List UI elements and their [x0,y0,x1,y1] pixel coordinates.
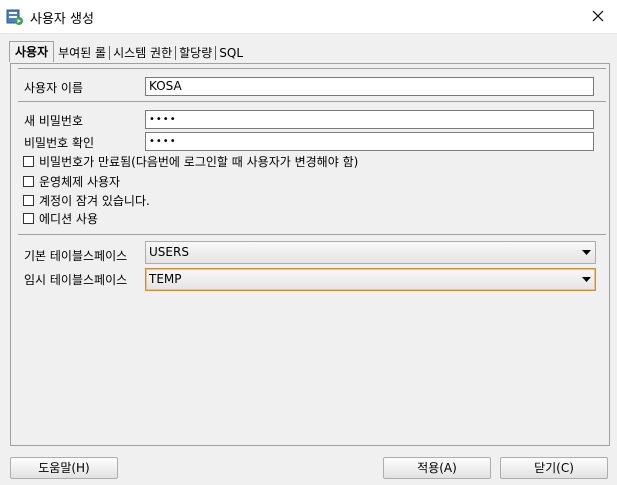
user-name-input[interactable]: KOSA [145,77,594,96]
checkbox-label: 에디션 사용 [39,211,99,226]
tab-quotas[interactable]: 할당량 [177,44,214,62]
dropdown-arrow-icon [582,277,591,282]
user-name-label: 사용자 이름 [24,81,84,95]
checkbox-box[interactable] [23,155,34,167]
tab-sql[interactable]: SQL [217,44,245,62]
checkbox-label: 계정이 잠겨 있습니다. [39,193,150,208]
tab-user[interactable]: 사용자 [9,41,55,62]
close-icon [592,10,604,22]
tab-separator [215,46,217,60]
enable-editions-checkbox[interactable]: 에디션 사용 [23,210,98,226]
os-user-checkbox[interactable]: 운영체제 사용자 [23,173,120,189]
default-tablespace-label: 기본 테이블스페이스 [24,249,128,263]
close-button[interactable]: 닫기(C) [500,457,608,479]
default-tablespace-value: USERS [149,245,189,259]
divider [18,234,606,235]
checkbox-box[interactable] [23,212,34,224]
tab-granted-roles[interactable]: 부여된 롤 [56,44,108,62]
password-expired-checkbox[interactable]: 비밀번호가 만료됨(다음번에 로그인할 때 사용자가 변경해야 함) [23,153,358,169]
checkbox-box[interactable] [23,194,34,206]
window-close-button[interactable] [585,4,611,28]
divider [18,68,606,69]
checkbox-label: 운영체제 사용자 [39,174,121,189]
tab-separator [175,46,177,60]
title-bar: 사용자 생성 [0,0,617,34]
confirm-password-input[interactable]: •••• [145,132,594,151]
window-title: 사용자 생성 [30,12,94,27]
new-password-label: 새 비밀번호 [24,114,84,128]
user-tab-panel: 사용자 이름 KOSA 새 비밀번호 •••• 비밀번호 확인 •••• 비밀번… [10,63,610,446]
dropdown-arrow-icon [582,250,591,255]
tab-system-privileges[interactable]: 시스템 권한 [111,44,174,62]
apply-button[interactable]: 적용(A) [383,457,491,479]
confirm-password-label: 비밀번호 확인 [24,136,95,150]
new-password-input[interactable]: •••• [145,110,594,129]
divider [18,101,606,102]
sql-developer-app-icon [6,8,24,26]
temp-tablespace-value: TEMP [149,272,182,286]
tab-separator [109,46,111,60]
help-button[interactable]: 도움말(H) [10,457,118,479]
default-tablespace-select[interactable]: USERS [145,241,596,264]
checkbox-box[interactable] [23,175,34,187]
temp-tablespace-select[interactable]: TEMP [145,268,596,291]
tab-bar: 사용자 부여된 롤 시스템 권한 할당량 SQL [9,41,245,62]
checkbox-label: 비밀번호가 만료됨(다음번에 로그인할 때 사용자가 변경해야 함) [39,154,359,169]
temp-tablespace-label: 임시 테이블스페이스 [24,273,128,287]
account-locked-checkbox[interactable]: 계정이 잠겨 있습니다. [23,192,150,208]
